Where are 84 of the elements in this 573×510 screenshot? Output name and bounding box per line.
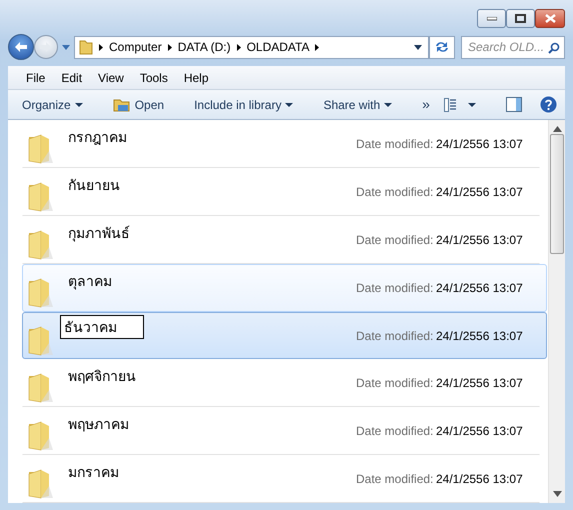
file-row[interactable]: พฤษภาคม Date modified: 24/1/2556 13:07 [22,407,540,456]
file-row[interactable]: กรกฎาคม Date modified: 24/1/2556 13:07 [22,120,540,168]
date-value: 24/1/2556 13:07 [436,375,523,392]
date-value: 24/1/2556 13:07 [436,136,523,153]
caret-icon [74,102,83,106]
search-field[interactable]: Search OLD... [461,36,565,58]
maximize-button[interactable] [506,9,535,28]
file-name: กันยายน [67,176,121,195]
open-button[interactable]: Open [108,94,168,116]
date-value: 24/1/2556 13:07 [436,328,523,344]
dropdown-icon[interactable] [414,44,422,50]
date-value: 24/1/2556 13:07 [436,184,523,201]
menu-item[interactable]: View [90,66,132,88]
minimize-button[interactable] [477,9,506,28]
breadcrumb-arrow-icon[interactable] [236,44,241,50]
breadcrumb[interactable]: Computer [109,38,162,56]
file-name: กรกฎาคม [67,128,128,147]
caret-icon [285,102,294,106]
back-button[interactable] [8,34,34,60]
address-bar[interactable]: Computer DATA (D:) OLDADATA [74,36,429,58]
folder-icon [27,324,55,356]
refresh-button[interactable] [429,36,455,58]
date-label: Date modified: [356,280,434,297]
back-arrow-icon [14,41,28,53]
breadcrumb-arrow-icon[interactable] [168,44,172,50]
folder-icon [27,420,55,452]
folder-icon [27,372,55,404]
toolbar-button[interactable]: Share with [319,94,396,116]
scrollbar[interactable] [548,120,565,503]
date-label: Date modified: [356,232,434,249]
file-name: พฤศจิกายน [67,367,137,386]
date-value: 24/1/2556 13:07 [436,423,523,440]
breadcrumb[interactable]: OLDADATA [246,38,310,56]
toolbar-button[interactable]: Include in library [190,94,298,116]
folder-open-icon [112,96,131,112]
more-button[interactable]: » [418,92,434,117]
folder-icon [27,180,55,213]
file-name: กุมภาพันธ์ [67,224,131,244]
file-row[interactable]: กันยายน Date modified: 24/1/2556 13:07 [22,168,540,216]
help-icon[interactable] [540,96,557,113]
file-row[interactable]: มกราคม Date modified: 24/1/2556 13:07 [22,455,540,503]
caret-icon [384,102,392,106]
menu-item[interactable]: File [18,66,54,88]
file-row[interactable]: ตุลาคม Date modified: 24/1/2556 13:07 [22,264,547,312]
rename-field[interactable]: ธันวาคม [60,314,144,338]
file-name: พฤษภาคม [67,415,130,434]
date-label: Date modified: [356,423,434,440]
menu-item[interactable]: Help [176,66,217,88]
date-label: Date modified: [356,375,434,392]
breadcrumb-arrow-icon[interactable] [99,44,103,50]
search-icon[interactable] [548,42,560,54]
refresh-icon [434,40,450,54]
folder-icon [27,468,55,500]
breadcrumb[interactable]: DATA (D:) [178,38,231,56]
close-icon [544,14,556,23]
date-value: 24/1/2556 13:07 [436,232,523,249]
folder-icon [79,39,93,55]
date-value: 24/1/2556 13:07 [436,280,523,297]
breadcrumb-arrow-icon[interactable] [315,44,320,50]
close-button[interactable] [535,9,565,28]
caret-icon[interactable] [468,102,476,106]
date-label: Date modified: [356,471,434,488]
file-row[interactable]: พฤศจิกายน Date modified: 24/1/2556 13:07 [22,359,540,408]
folder-icon [27,228,55,261]
history-dropdown-icon[interactable] [62,44,70,50]
scroll-up-icon[interactable] [552,126,562,132]
folder-icon [27,133,55,165]
minimize-icon [486,16,496,20]
scroll-down-icon[interactable] [552,491,562,497]
view-options-icon[interactable] [444,98,456,112]
maximize-icon [515,14,526,23]
date-label: Date modified: [356,184,434,201]
date-value: 24/1/2556 13:07 [436,471,523,488]
menu-item[interactable]: Edit [53,66,90,88]
toolbar-button[interactable]: Organize [18,94,87,116]
date-label: Date modified: [356,328,434,344]
folder-icon [27,276,55,309]
date-label: Date modified: [356,136,434,153]
menu-item[interactable]: Tools [132,66,176,88]
file-name: ตุลาคม [67,272,113,292]
file-row[interactable]: ธันวาคม Date modified: 24/1/2556 13:07 [22,312,547,360]
preview-pane-icon[interactable] [506,97,522,112]
file-name: มกราคม [67,463,120,482]
scroll-thumb[interactable] [550,134,564,254]
